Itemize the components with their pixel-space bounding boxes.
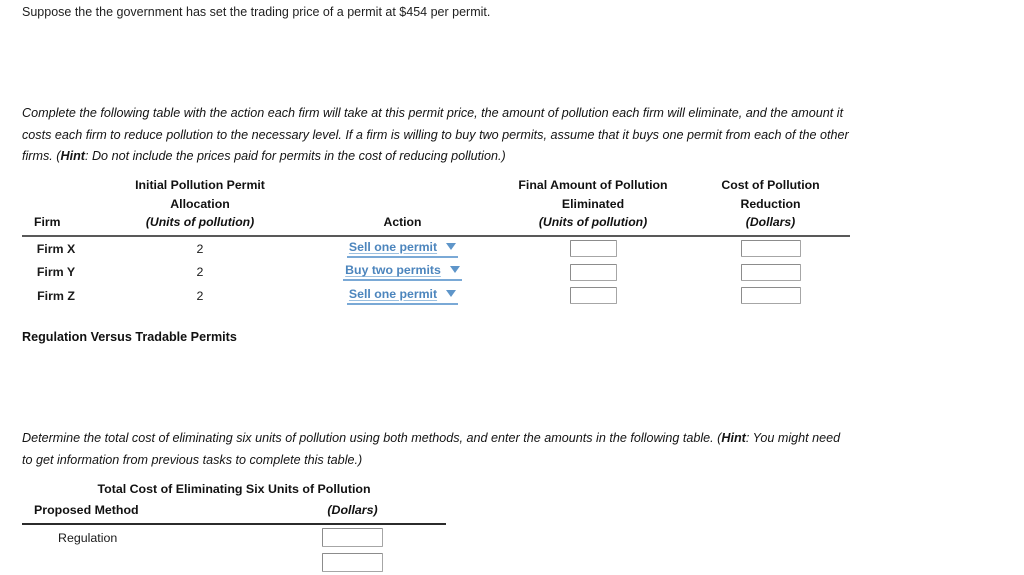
worksheet-page: Suppose the the government has set the t… bbox=[0, 0, 1024, 572]
final-amount-input-firm-y[interactable] bbox=[569, 263, 617, 281]
row-allocation-value: 2 bbox=[196, 288, 204, 303]
header-allocation-units: (Units of pollution) bbox=[145, 215, 255, 229]
row-final-cell bbox=[495, 236, 691, 261]
cost-table-header-row: Proposed Method (Dollars) bbox=[22, 500, 446, 520]
chevron-down-icon bbox=[446, 289, 457, 297]
row-action-cell: Sell one permit bbox=[310, 284, 495, 308]
header-action-label: Action bbox=[383, 215, 422, 229]
total-cost-table: Total Cost of Eliminating Six Units of P… bbox=[22, 480, 447, 575]
header-dollars: (Dollars) bbox=[327, 503, 378, 517]
cost-table-title-row: Total Cost of Eliminating Six Units of P… bbox=[22, 480, 446, 500]
row-final-cell bbox=[495, 284, 691, 308]
intro-sentence: Suppose the the government has set the t… bbox=[22, 5, 491, 19]
row-final-cell bbox=[495, 261, 691, 285]
header-firm-label: Firm bbox=[34, 215, 61, 229]
total-cost-input-second[interactable] bbox=[322, 553, 383, 572]
header-final-units: (Units of pollution) bbox=[538, 215, 648, 229]
cost-input-firm-x[interactable] bbox=[740, 240, 801, 258]
cost-input-firm-z[interactable] bbox=[740, 287, 801, 305]
row-allocation-value: 2 bbox=[196, 241, 204, 256]
table-row bbox=[22, 550, 446, 575]
header-cost-units: (Dollars) bbox=[745, 215, 796, 229]
action-dropdown-label: Sell one permit bbox=[348, 239, 438, 254]
table-row: Firm Y 2 Buy two permits bbox=[22, 261, 850, 285]
lower-instructions: Determine the total cost of eliminating … bbox=[22, 428, 850, 471]
cost-row-method-label: Regulation bbox=[58, 530, 118, 545]
cost-row-method-label bbox=[22, 550, 259, 575]
permit-table-header-row: Firm Initial Pollution Permit Allocation… bbox=[22, 176, 850, 232]
table-row: Regulation bbox=[22, 524, 446, 550]
row-cost-cell bbox=[691, 284, 850, 308]
permit-allocation-table: Firm Initial Pollution Permit Allocation… bbox=[22, 176, 850, 308]
header-cost: Cost of Pollution Reduction (Dollars) bbox=[691, 176, 850, 232]
row-firm-name: Firm Y bbox=[36, 265, 76, 280]
action-dropdown-firm-x[interactable]: Sell one permit bbox=[346, 239, 459, 258]
header-proposed-method: Proposed Method bbox=[34, 503, 139, 517]
total-cost-input-regulation[interactable] bbox=[322, 528, 383, 547]
upper-instructions: Complete the following table with the ac… bbox=[22, 103, 852, 168]
header-allocation-line2: Allocation bbox=[170, 196, 230, 211]
upper-instructions-hint-label: Hint bbox=[60, 149, 85, 163]
header-firm: Firm bbox=[22, 176, 90, 232]
action-dropdown-firm-z[interactable]: Sell one permit bbox=[346, 286, 459, 305]
action-dropdown-label: Sell one permit bbox=[348, 286, 438, 301]
action-dropdown-label: Buy two permits bbox=[345, 263, 441, 278]
final-amount-input-firm-z[interactable] bbox=[569, 287, 617, 305]
header-cost-line1: Cost of Pollution bbox=[721, 178, 820, 192]
chevron-down-icon bbox=[449, 266, 460, 274]
action-dropdown-firm-y[interactable]: Buy two permits bbox=[343, 263, 462, 282]
row-firm-name: Firm Z bbox=[37, 288, 75, 303]
table-row: Firm Z 2 Sell one permit bbox=[22, 284, 850, 308]
lower-instructions-part1: Determine the total cost of eliminating … bbox=[22, 431, 722, 445]
cost-table-title: Total Cost of Eliminating Six Units of P… bbox=[97, 482, 371, 496]
header-action: Action bbox=[310, 176, 495, 232]
row-cost-cell bbox=[691, 236, 850, 261]
cost-row-value-cell bbox=[259, 550, 446, 575]
header-allocation-line1: Initial Pollution Permit bbox=[135, 178, 265, 192]
lower-instructions-hint-label: Hint bbox=[721, 431, 746, 445]
final-amount-input-firm-x[interactable] bbox=[569, 240, 617, 258]
header-final-line1: Final Amount of Pollution bbox=[518, 178, 668, 192]
row-action-cell: Buy two permits bbox=[310, 261, 495, 285]
cost-row-value-cell bbox=[259, 524, 446, 550]
row-allocation-value: 2 bbox=[196, 265, 204, 280]
header-final-amount: Final Amount of Pollution Eliminated (Un… bbox=[495, 176, 691, 232]
section-heading-regulation-versus-tradable-permits: Regulation Versus Tradable Permits bbox=[22, 330, 237, 344]
cost-input-firm-y[interactable] bbox=[740, 263, 801, 281]
header-final-line2: Eliminated bbox=[561, 196, 625, 211]
header-allocation: Initial Pollution Permit Allocation (Uni… bbox=[90, 176, 310, 232]
upper-instructions-part2: : Do not include the prices paid for per… bbox=[84, 149, 506, 163]
chevron-down-icon bbox=[446, 242, 457, 250]
header-cost-line2: Reduction bbox=[740, 196, 801, 211]
table-row: Firm X 2 Sell one permit bbox=[22, 236, 850, 261]
row-cost-cell bbox=[691, 261, 850, 285]
row-action-cell: Sell one permit bbox=[310, 236, 495, 261]
row-firm-name: Firm X bbox=[36, 241, 76, 256]
